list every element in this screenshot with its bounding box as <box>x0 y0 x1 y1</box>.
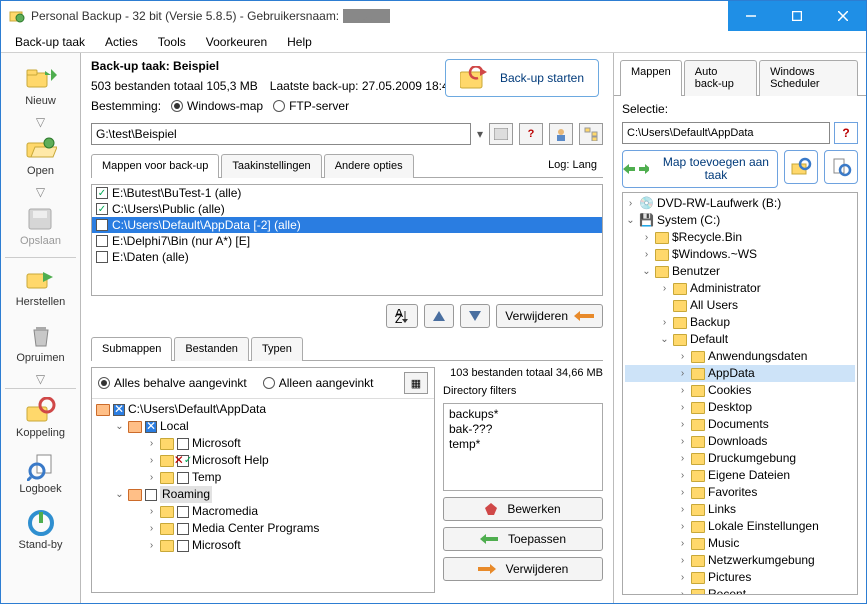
app-window: Personal Backup - 32 bit (Versie 5.8.5) … <box>0 0 867 604</box>
dest-user-button[interactable] <box>549 123 573 145</box>
subtab-types[interactable]: Typen <box>251 337 303 361</box>
add-folder-button[interactable]: Map toevoegen aan taak <box>622 150 778 188</box>
right-panel: Mappen Auto back-up Windows Scheduler Se… <box>614 53 866 603</box>
drive-tree[interactable]: ›💿 DVD-RW-Laufwerk (B:) ⌄💾 System (C:) ›… <box>622 192 858 595</box>
subfolder-panel: Alles behalve aangevinkt Alleen aangevin… <box>91 367 435 593</box>
subfolder-tree[interactable]: ✕ C:\Users\Default\AppData ⌄✕ Local › Mi… <box>92 399 434 592</box>
move-up-button[interactable] <box>424 304 454 328</box>
minimize-button[interactable] <box>728 1 774 31</box>
btn-koppeling[interactable]: Koppeling <box>1 391 80 447</box>
start-backup-button[interactable]: Back-up starten <box>445 59 599 97</box>
btn-standby[interactable]: Stand-by <box>1 503 80 559</box>
titlebar: Personal Backup - 32 bit (Versie 5.8.5) … <box>1 1 866 31</box>
left-toolbar: Nieuw ▽ Open ▽ Opslaan Herstellen Opruim… <box>1 53 81 603</box>
preview-button-1[interactable] <box>784 150 818 184</box>
subfolder-stats: 103 bestanden totaal 34,66 MB <box>443 367 603 379</box>
radio-windows-map[interactable]: Windows-map <box>171 99 263 113</box>
dest-browse-button[interactable] <box>489 123 513 145</box>
filter-edit-button[interactable]: Bewerken <box>443 497 603 521</box>
dirfilter-label: Directory filters <box>443 385 603 397</box>
rtab-auto[interactable]: Auto back-up <box>684 60 757 96</box>
radio-ftp-server[interactable]: FTP-server <box>273 99 349 113</box>
dirfilter-list[interactable]: backups*bak-???temp* <box>443 403 603 491</box>
filter-remove-button[interactable]: Verwijderen <box>443 557 603 581</box>
menu-prefs[interactable]: Voorkeuren <box>198 33 275 51</box>
menu-backup[interactable]: Back-up taak <box>7 33 93 51</box>
menubar: Back-up taak Acties Tools Voorkeuren Hel… <box>1 31 866 53</box>
remove-folder-button[interactable]: Verwijderen <box>496 304 603 328</box>
tab-task-settings[interactable]: Taakinstellingen <box>221 154 321 178</box>
filter-apply-button[interactable]: Toepassen <box>443 527 603 551</box>
maximize-button[interactable] <box>774 1 820 31</box>
move-down-button[interactable] <box>460 304 490 328</box>
btn-opruimen[interactable]: Opruimen <box>1 316 80 372</box>
svg-text:Z: Z <box>395 312 402 323</box>
sort-button[interactable]: AZ <box>386 304 418 328</box>
rtab-sched[interactable]: Windows Scheduler <box>759 60 858 96</box>
window-title: Personal Backup - 32 bit (Versie 5.8.5) … <box>31 9 728 23</box>
app-icon <box>9 8 25 24</box>
preview-button-2[interactable] <box>824 150 858 184</box>
log-label: Log: Lang <box>548 159 603 171</box>
close-button[interactable] <box>820 1 866 31</box>
total-stats: 503 bestanden totaal 105,3 MB <box>91 79 258 93</box>
btn-open[interactable]: Open <box>1 129 80 185</box>
menu-tools[interactable]: Tools <box>150 33 194 51</box>
btn-opslaan: Opslaan <box>1 199 80 255</box>
btn-logboek[interactable]: Logboek <box>1 447 80 503</box>
dest-label: Bestemming: <box>91 99 161 113</box>
tab-other-options[interactable]: Andere opties <box>324 154 414 178</box>
center-panel: Back-up taak: Beispiel 503 bestanden tot… <box>81 53 614 603</box>
radio-all-except[interactable]: Alles behalve aangevinkt <box>98 376 247 390</box>
tab-folders[interactable]: Mappen voor back-up <box>91 154 219 178</box>
btn-nieuw[interactable]: Nieuw <box>1 59 80 115</box>
rtab-mappen[interactable]: Mappen <box>620 60 682 96</box>
subtab-subfolders[interactable]: Submappen <box>91 337 172 361</box>
menu-help[interactable]: Help <box>279 33 320 51</box>
selectie-help[interactable]: ? <box>834 122 858 144</box>
selectie-input[interactable] <box>622 122 830 144</box>
selectie-label: Selectie: <box>622 102 858 116</box>
subtab-files[interactable]: Bestanden <box>174 337 249 361</box>
dest-help-button[interactable]: ? <box>519 123 543 145</box>
dest-tree-button[interactable] <box>579 123 603 145</box>
backup-folder-list[interactable]: E:\Butest\BuTest-1 (alle) C:\Users\Publi… <box>91 184 603 296</box>
task-title: Back-up taak: Beispiel <box>91 59 219 73</box>
expand-all-button[interactable]: ▦ <box>404 372 428 394</box>
btn-herstellen[interactable]: Herstellen <box>1 260 80 316</box>
dest-path-input[interactable] <box>91 123 471 145</box>
radio-only-checked[interactable]: Alleen aangevinkt <box>263 376 374 390</box>
menu-actions[interactable]: Acties <box>97 33 146 51</box>
